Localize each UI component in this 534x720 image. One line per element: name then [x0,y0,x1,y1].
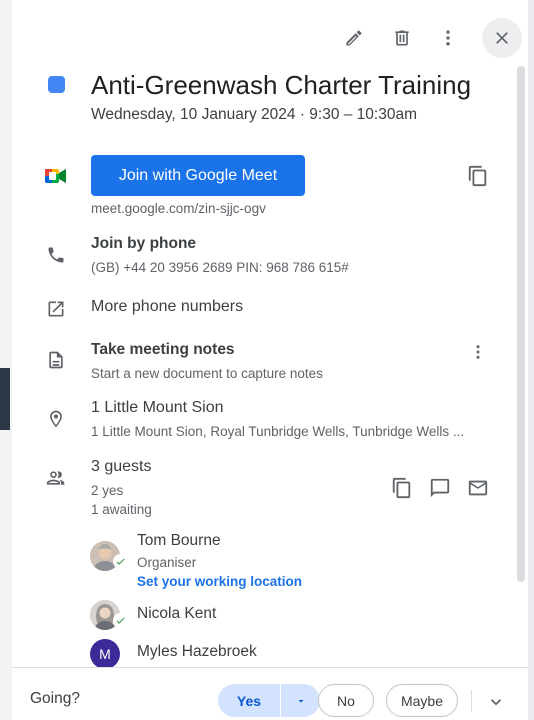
location-name[interactable]: 1 Little Mount Sion [91,399,224,417]
mail-icon [468,480,488,496]
pencil-icon [346,30,362,46]
guests-awaiting-count: 1 awaiting [91,502,152,517]
event-datetime: Wednesday, 10 January 2024 · 9:30 – 10:3… [91,106,418,123]
scrollbar-thumb[interactable] [517,66,525,582]
copy-guest-emails-button[interactable] [386,472,418,504]
rsvp-maybe-button[interactable]: Maybe [386,684,458,717]
guests-yes-count: 2 yes [91,483,124,498]
chevron-down-icon [491,699,501,706]
expand-rsvp-options-button[interactable] [482,688,510,716]
meet-url: meet.google.com/zin-sjjc-ogv [91,201,266,216]
notes-options-button[interactable] [462,336,494,368]
accepted-check-icon [113,613,128,628]
join-google-meet-button[interactable]: Join with Google Meet [91,155,305,196]
chat-icon [430,478,450,498]
close-icon [496,32,508,44]
more-vert-icon [446,30,450,46]
chat-with-guests-button[interactable] [424,472,456,504]
guest-name: Nicola Kent [137,605,217,622]
caret-down-icon [298,699,303,702]
event-details-card: Anti-Greenwash Charter Training Wednesda… [12,0,528,720]
email-guests-button[interactable] [462,472,494,504]
background-edge-left [0,0,12,720]
event-color-chip [48,76,65,93]
rsvp-yes-dropdown[interactable] [281,684,320,717]
phone-details: (GB) +44 20 3956 2689 PIN: 968 786 615# [91,260,349,275]
more-vert-icon [476,345,480,359]
guest-name: Tom Bourne [137,532,221,549]
join-by-phone-link[interactable]: Join by phone [91,235,196,253]
rsvp-yes-button[interactable]: Yes [218,684,280,717]
rsvp-footer: Going? Yes No Maybe [12,667,528,720]
open-in-new-icon [44,297,68,321]
more-phone-numbers-link[interactable]: More phone numbers [91,298,243,316]
background-edge-right [528,0,534,720]
copy-icon [468,165,487,187]
location-pin-icon [44,407,68,431]
going-label: Going? [30,690,80,707]
guest-role: Organiser [137,555,197,570]
event-title: Anti-Greenwash Charter Training [91,70,472,100]
copy-meet-link-button[interactable] [462,160,494,192]
notes-subtitle: Start a new document to capture notes [91,366,323,381]
copy-icon [392,477,411,499]
set-working-location-link[interactable]: Set your working location [137,574,302,589]
rsvp-yes-group: Yes [218,684,320,717]
location-address: 1 Little Mount Sion, Royal Tunbridge Wel… [91,424,465,439]
background-window-tab [0,368,10,430]
take-meeting-notes-link[interactable]: Take meeting notes [91,341,235,359]
edit-event-button[interactable] [334,18,374,58]
close-button[interactable] [482,18,522,58]
trash-icon [395,30,409,46]
rsvp-no-button[interactable]: No [318,684,374,717]
guests-icon [44,466,68,490]
phone-icon [44,243,68,267]
google-meet-icon [44,164,68,188]
footer-divider [471,690,472,712]
avatar-myles-hazebroek: M [90,639,120,669]
options-button[interactable] [428,18,468,58]
guest-name: Myles Hazebroek [137,643,257,660]
delete-event-button[interactable] [382,18,422,58]
accepted-check-icon [113,554,128,569]
document-icon [44,348,68,372]
guests-summary: 3 guests [91,458,152,475]
